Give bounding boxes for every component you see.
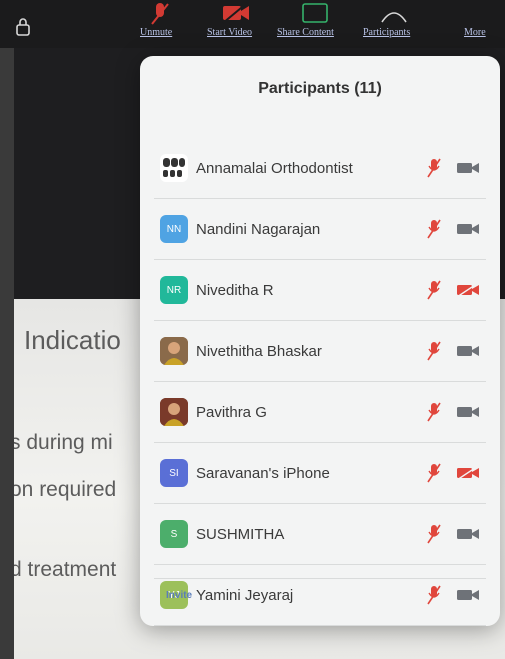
participant-row[interactable]: Nivethitha Bhaskar [154, 321, 486, 382]
slide-line-2: on required [10, 478, 117, 501]
video-camera-icon[interactable] [456, 405, 480, 419]
participant-row[interactable]: NR Niveditha R [154, 260, 486, 321]
participant-name: Nandini Nagarajan [196, 220, 321, 238]
share-screen-icon [302, 3, 328, 23]
participant-name: Niveditha R [196, 281, 274, 299]
microphone-muted-icon[interactable] [426, 401, 442, 423]
participant-name: Pavithra G [196, 403, 267, 421]
participant-row[interactable]: SI Saravanan's iPhone [154, 443, 486, 504]
microphone-muted-icon[interactable] [426, 340, 442, 362]
participant-row[interactable]: Annamalai Orthodontist [154, 138, 486, 199]
toolbar-more-button[interactable]: More [464, 0, 500, 48]
slide-line-1: s during mi [10, 431, 113, 454]
microphone-muted-icon[interactable] [426, 584, 442, 606]
participants-popover: Participants (11) Annamalai Orthodontist… [140, 56, 500, 626]
video-camera-icon[interactable] [456, 222, 480, 236]
toolbar-start-video-button[interactable]: Start Video [207, 0, 271, 48]
avatar: NR [160, 276, 188, 304]
avatar [160, 337, 188, 365]
participant-name: SUSHMITHA [196, 525, 285, 543]
toolbar-unmute-button[interactable]: Unmute [140, 0, 200, 48]
microphone-muted-icon[interactable] [426, 279, 442, 301]
participant-name: Nivethitha Bhaskar [196, 342, 322, 360]
toolbar-start-video-label: Start Video [207, 27, 253, 38]
participant-row[interactable]: Pavithra G [154, 382, 486, 443]
participant-name: Saravanan's iPhone [196, 464, 330, 482]
avatar [160, 154, 188, 182]
video-camera-icon[interactable] [456, 527, 480, 541]
participant-name: Yamini Jeyaraj [196, 586, 294, 604]
avatar: NN [160, 215, 188, 243]
toolbar-share-content-button[interactable]: Share Content [277, 0, 355, 48]
participant-row[interactable]: NN Nandini Nagarajan [154, 199, 486, 260]
video-camera-icon[interactable] [456, 344, 480, 358]
meeting-toolbar: Unmute Start Video Share Content Partici… [0, 0, 505, 48]
participants-title: Participants (11) [258, 80, 382, 97]
toolbar-unmute-label: Unmute [140, 27, 173, 38]
participants-list: Annamalai Orthodontist NN Nandini Nagaraja… [154, 138, 486, 626]
participant-row[interactable]: YJ Yamini Jeyaraj [154, 565, 486, 626]
microphone-muted-icon[interactable] [426, 523, 442, 545]
toolbar-more-label: More [464, 27, 486, 38]
microphone-muted-icon[interactable] [426, 462, 442, 484]
participant-name: Annamalai Orthodontist [196, 159, 353, 177]
video-camera-off-icon[interactable] [456, 466, 480, 480]
microphone-muted-icon [151, 3, 169, 25]
microphone-muted-icon[interactable] [426, 157, 442, 179]
video-camera-off-icon [222, 2, 249, 24]
participant-row[interactable]: S SUSHMITHA [154, 504, 486, 565]
slide-line-3: d treatment [10, 558, 117, 581]
lock-button[interactable] [14, 0, 44, 48]
divider [154, 578, 486, 579]
toolbar-share-content-label: Share Content [277, 27, 334, 38]
toolbar-participants-label: Participants [363, 27, 411, 38]
video-camera-icon[interactable] [456, 588, 480, 602]
avatar: S [160, 520, 188, 548]
avatar [160, 398, 188, 426]
avatar: SI [160, 459, 188, 487]
lock-icon [16, 18, 30, 36]
video-camera-icon[interactable] [456, 161, 480, 175]
invite-button[interactable]: Invite [166, 590, 192, 601]
toolbar-participants-button[interactable]: Participants [363, 0, 429, 48]
participants-icon [381, 12, 407, 23]
video-camera-off-icon[interactable] [456, 283, 480, 297]
window-edge [0, 48, 14, 659]
slide-heading: Indicatio [24, 325, 121, 355]
microphone-muted-icon[interactable] [426, 218, 442, 240]
